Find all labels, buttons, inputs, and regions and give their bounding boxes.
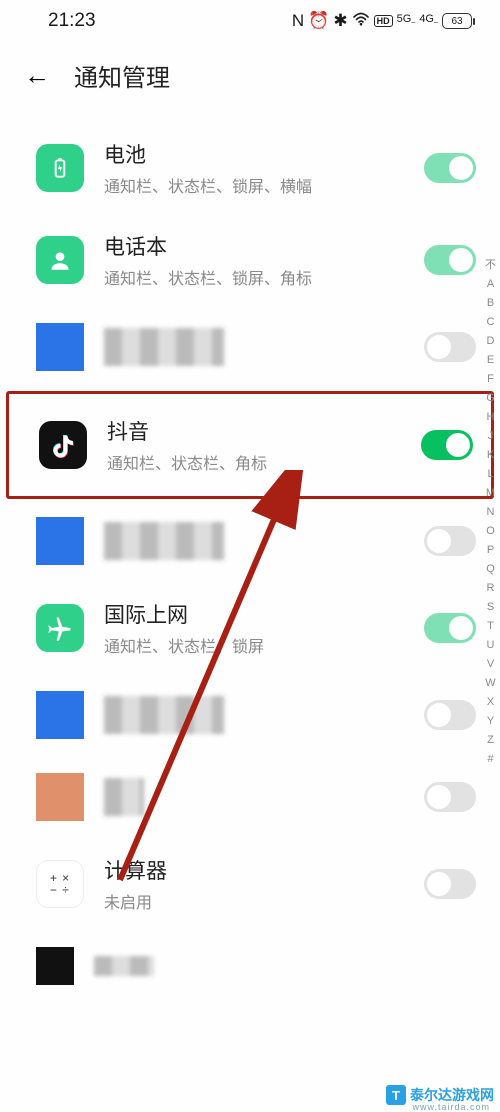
alpha-letter[interactable]: O [486,526,495,537]
hidden-app-icon [36,773,84,821]
app-sub: 未启用 [104,889,404,913]
toggle-hidden-4[interactable] [424,782,476,812]
alpha-letter[interactable]: K [487,450,494,461]
alpha-letter[interactable]: E [487,355,494,366]
alpha-letter[interactable]: Z [487,735,494,746]
toggle-hidden-3[interactable] [424,700,476,730]
status-bar: 21:23 N ⏰ ✱ HD 5G⎯ 4G⎯ 63 [0,0,500,40]
toggle-hidden-2[interactable] [424,526,476,556]
alpha-letter[interactable]: F [487,374,494,385]
toggle-hidden-1[interactable] [424,332,476,362]
app-row-hidden-3[interactable] [0,675,500,757]
app-sub: 通知栏、状态栏、锁屏 [104,633,404,657]
app-name: 抖音 [107,416,401,446]
alpha-letter[interactable]: M [486,488,495,499]
header: ← 通知管理 [0,40,500,117]
app-sub: 通知栏、状态栏、锁屏、横幅 [104,173,404,197]
app-name: 计算器 [104,855,404,885]
alpha-letter[interactable]: G [486,393,495,404]
app-sub: 通知栏、状态栏、锁屏、角标 [104,265,404,289]
contacts-app-icon [36,236,84,284]
alpha-letter[interactable]: R [487,583,495,594]
calculator-app-icon: + ×− ÷ [36,860,84,908]
app-sub: 通知栏、状态栏、角标 [107,450,401,474]
toggle-battery[interactable] [424,153,476,183]
alpha-letter[interactable]: J [488,431,494,442]
toggle-douyin[interactable] [421,430,473,460]
alpha-letter[interactable]: W [485,678,495,689]
hidden-app-icon [36,691,84,739]
alpha-index[interactable]: 不 A B C D E F G H J K L M N O P Q R S T … [485,260,496,765]
hidden-text [104,328,224,366]
app-row-hidden-1[interactable] [0,307,500,389]
alpha-letter[interactable]: P [487,545,494,556]
alpha-letter[interactable]: 不 [485,260,496,271]
battery-icon: 63 [442,13,472,29]
wifi-icon [352,11,370,31]
alpha-letter[interactable]: U [487,640,495,651]
app-row-intl-roaming[interactable]: 国际上网 通知栏、状态栏、锁屏 [0,583,500,675]
plane-app-icon [36,604,84,652]
signal-4g-icon: 4G⎯ [419,13,438,28]
app-row-hidden-4[interactable] [0,757,500,839]
alarm-icon: ⏰ [308,11,329,31]
alpha-letter[interactable]: X [487,697,494,708]
alpha-letter[interactable]: H [487,412,495,423]
alpha-letter[interactable]: T [487,621,494,632]
hidden-app-icon [36,517,84,565]
alpha-letter[interactable]: D [487,336,495,347]
signal-5g-icon: 5G⎯ [397,13,416,28]
alpha-letter[interactable]: S [487,602,494,613]
toggle-intl[interactable] [424,613,476,643]
alpha-letter[interactable]: N [487,507,495,518]
watermark-badge-icon: T [386,1085,406,1105]
hidden-app-icon [36,323,84,371]
back-button[interactable]: ← [24,60,50,91]
app-name: 电池 [104,139,404,169]
hidden-app-icon [36,947,74,985]
app-row-hidden-5[interactable] [0,931,500,991]
app-list: 电池 通知栏、状态栏、锁屏、横幅 电话本 通知栏、状态栏、锁屏、角标 抖音 通知… [0,117,500,997]
alpha-letter[interactable]: Q [486,564,495,575]
nfc-icon: N [292,11,304,31]
toggle-contacts[interactable] [424,245,476,275]
hidden-text [104,696,224,734]
alpha-letter[interactable]: A [487,279,494,290]
alpha-letter[interactable]: B [487,298,494,309]
alpha-letter[interactable]: V [487,659,494,670]
hidden-text [104,778,144,816]
battery-app-icon [36,144,84,192]
app-row-hidden-2[interactable] [0,501,500,583]
hd-icon: HD [374,15,393,27]
app-row-battery[interactable]: 电池 通知栏、状态栏、锁屏、横幅 [0,123,500,215]
bluetooth-icon: ✱ [333,11,347,31]
alpha-letter[interactable]: L [487,469,493,480]
app-name: 国际上网 [104,599,404,629]
alpha-letter[interactable]: C [487,317,495,328]
douyin-app-icon [39,421,87,469]
hidden-text [94,956,154,976]
app-name: 电话本 [104,231,404,261]
app-row-contacts[interactable]: 电话本 通知栏、状态栏、锁屏、角标 [0,215,500,307]
app-row-douyin[interactable]: 抖音 通知栏、状态栏、角标 [6,391,494,499]
status-icons: N ⏰ ✱ HD 5G⎯ 4G⎯ 63 [292,11,472,31]
page-title: 通知管理 [74,58,170,93]
hidden-text [104,522,224,560]
status-time: 21:23 [48,10,96,32]
toggle-calculator[interactable] [424,869,476,899]
app-row-calculator[interactable]: + ×− ÷ 计算器 未启用 [0,839,500,931]
alpha-letter[interactable]: # [487,754,493,765]
alpha-letter[interactable]: Y [487,716,494,727]
